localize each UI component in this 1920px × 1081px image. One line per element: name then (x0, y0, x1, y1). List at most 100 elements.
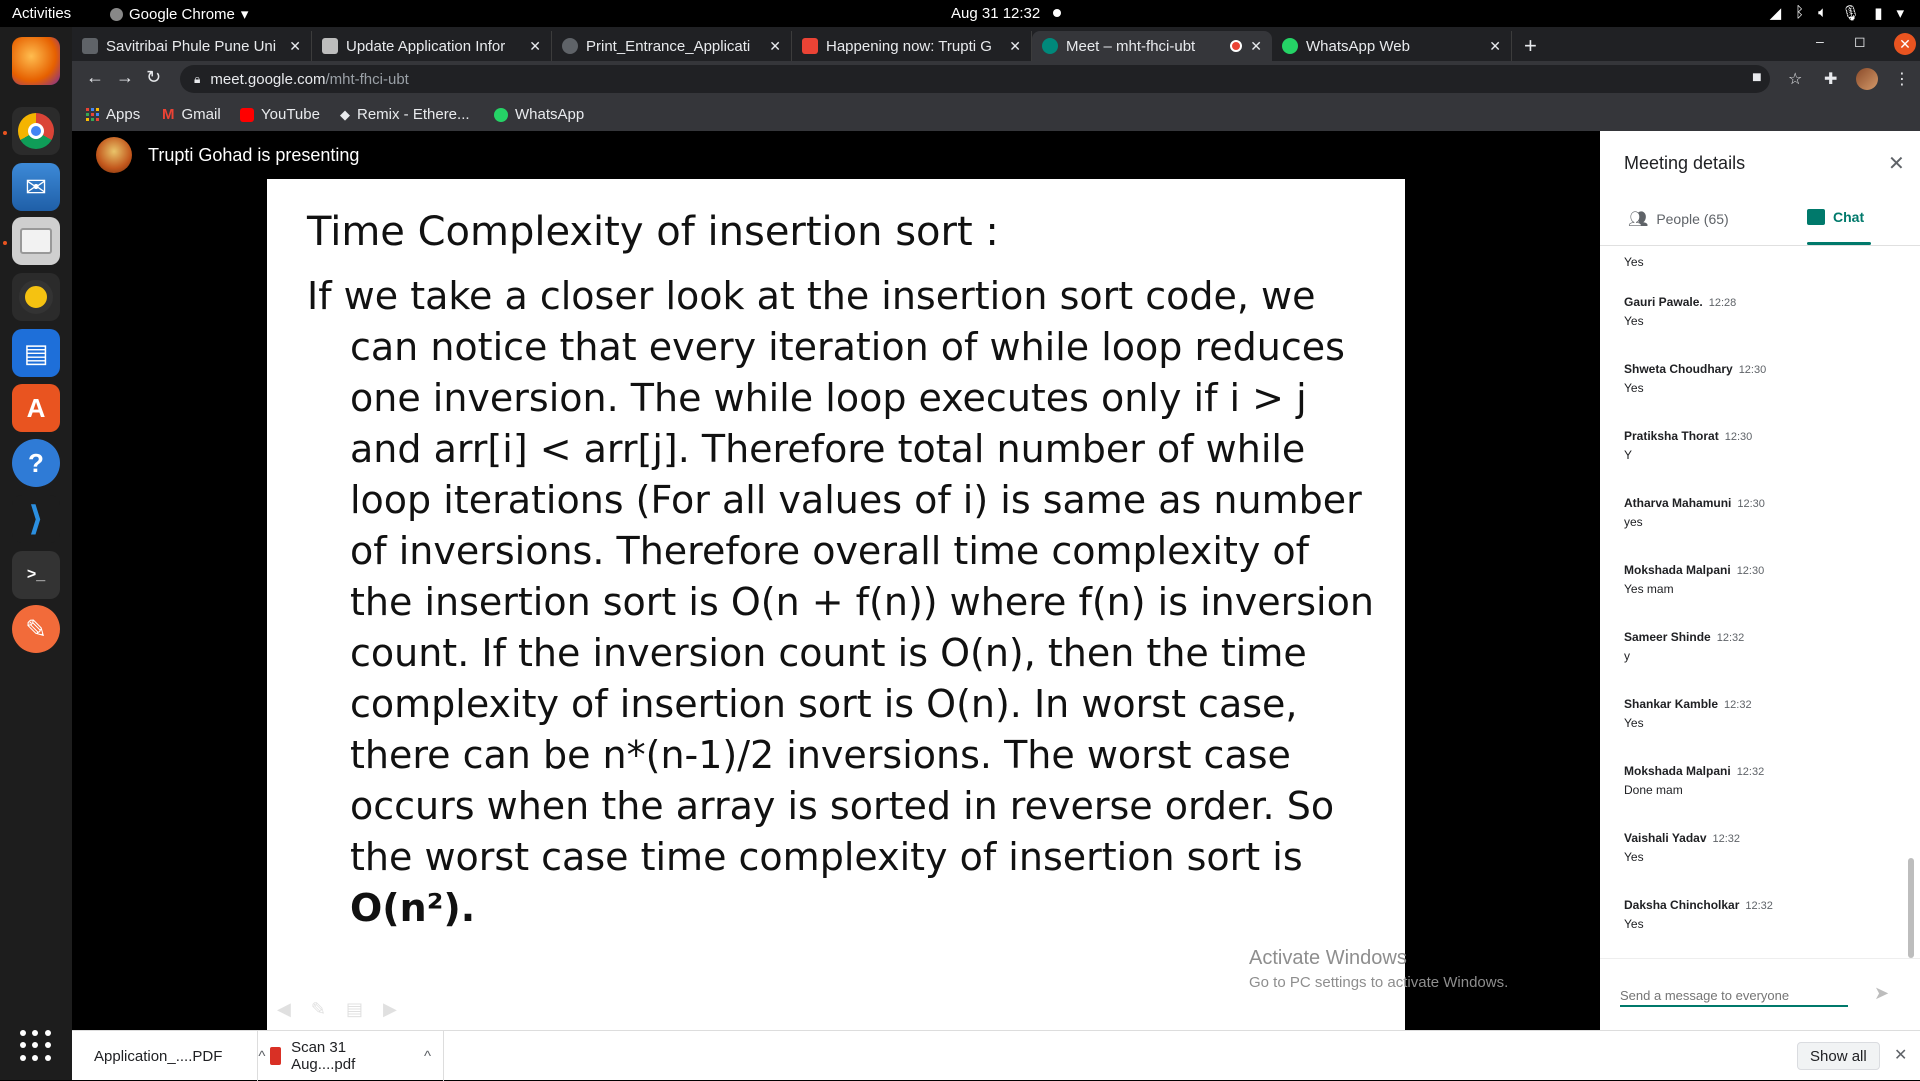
panel-title: Meeting details (1624, 153, 1746, 173)
message-sender: Pratiksha Thorat 12:30 (1624, 429, 1894, 443)
bookmark-label: Remix - Ethere... (357, 106, 470, 123)
chrome-dock-icon[interactable] (12, 107, 60, 155)
presentation-stage[interactable]: Time Complexity of insertion sort : If w… (72, 179, 1600, 1030)
close-icon[interactable]: ✕ (1894, 1045, 1907, 1065)
previous-slide-icon[interactable]: ◀ (277, 999, 291, 1020)
close-icon[interactable]: ✕ (1888, 151, 1905, 176)
window-close-button[interactable]: ✕ (1894, 33, 1916, 55)
forward-icon[interactable]: → (116, 67, 134, 88)
address-bar[interactable]: 🔒︎ meet.google.com/mht-fhci-ubt (180, 65, 1770, 93)
download-filename: Application_....PDF (94, 1047, 223, 1065)
slide-paragraph: can notice that every iteration of while… (307, 322, 1377, 934)
bookmark-whatsapp[interactable]: WhatsApp (494, 106, 584, 123)
rhythmbox-icon[interactable] (12, 273, 60, 321)
sender-name: Mokshada Malpani (1624, 563, 1731, 577)
minimize-button[interactable]: – (1816, 33, 1824, 49)
message-text: Yes (1624, 850, 1644, 864)
tab-strip: Savitribai Phule Pune Uni ✕ Update Appli… (72, 27, 1920, 61)
browser-toolbar: ← → ↻ 🔒︎ meet.google.com/mht-fhci-ubt ■ … (72, 61, 1920, 97)
back-icon[interactable]: ← (86, 67, 104, 88)
vscode-icon[interactable]: ⟩ (12, 495, 60, 543)
tab-gmail-happening-now[interactable]: Happening now: Trupti G ✕ (792, 31, 1032, 61)
bookmark-remix[interactable]: ◆ Remix - Ethere... (340, 106, 470, 123)
tab-sppu[interactable]: Savitribai Phule Pune Uni ✕ (72, 31, 312, 61)
camera-icon[interactable]: ■ (1752, 69, 1762, 87)
chat-composer: ➤ (1600, 958, 1920, 1030)
terminal-icon[interactable]: >_ (12, 551, 60, 599)
bookmark-youtube[interactable]: YouTube (240, 106, 320, 123)
close-icon[interactable]: ✕ (769, 38, 781, 55)
menu-icon[interactable]: ⋮ (1894, 69, 1910, 89)
slide-body-text: can notice that every iteration of while… (350, 325, 1374, 879)
tab-label: Meet – mht-fhci-ubt (1066, 37, 1196, 55)
bookmark-star-icon[interactable]: ☆ (1788, 69, 1802, 89)
message-time: 12:32 (1745, 900, 1773, 912)
slide-first-line: If we take a closer look at the insertio… (307, 274, 1316, 318)
sender-name: Pratiksha Thorat (1624, 429, 1719, 443)
url-path: /mht-fhci-ubt (325, 70, 409, 88)
bookmark-apps[interactable]: Apps (86, 106, 140, 123)
profile-avatar[interactable] (1856, 68, 1878, 90)
tab-people[interactable]: 👥︎ People (65) (1628, 209, 1729, 229)
new-tab-button[interactable]: + (1524, 33, 1537, 59)
activities-button[interactable]: Activities (12, 5, 71, 22)
close-icon[interactable]: ✕ (1489, 38, 1501, 55)
send-icon[interactable]: ➤ (1874, 983, 1889, 1004)
reload-icon[interactable]: ↻ (146, 67, 161, 88)
slides-menu-icon[interactable]: ▤ (346, 999, 363, 1020)
slide-body: If we take a closer look at the insertio… (307, 271, 1377, 934)
maximize-button[interactable]: ◻ (1854, 33, 1866, 50)
activation-watermark: Activate Windows Go to PC settings to ac… (1249, 947, 1508, 991)
extensions-icon[interactable]: ✚ (1824, 69, 1837, 89)
sender-name: Vaishali Yadav (1624, 831, 1707, 845)
tab-chat[interactable]: Chat (1807, 209, 1864, 225)
bookmark-label: YouTube (261, 106, 320, 123)
message-text: y (1624, 649, 1630, 663)
close-icon[interactable]: ✕ (1250, 38, 1262, 55)
message-text: Yes (1624, 255, 1644, 269)
whatsapp-favicon-icon (1282, 38, 1298, 54)
postman-icon[interactable]: ✎ (12, 605, 60, 653)
message-time: 12:32 (1716, 632, 1745, 644)
pen-icon[interactable]: ✎ (311, 999, 326, 1020)
page-favicon-icon (322, 38, 338, 54)
system-tray[interactable]: ◢ ᛒ 🔈︎ 🎙︎ ▮ ▾ (1770, 4, 1904, 22)
download-item[interactable]: Application_....PDF ^ (72, 1031, 265, 1081)
show-apps-icon[interactable] (20, 1030, 52, 1062)
sender-name: Gauri Pawale. (1624, 295, 1703, 309)
message-sender: Shankar Kamble 12:32 (1624, 697, 1894, 711)
chat-message-input[interactable] (1620, 985, 1848, 1007)
message-text: yes (1624, 515, 1643, 529)
clock[interactable]: Aug 31 12:32 (951, 5, 1040, 22)
message-time: 12:30 (1724, 431, 1753, 443)
writer-icon[interactable]: ▤ (12, 329, 60, 377)
chat-message: Sameer Shinde 12:32 y (1624, 630, 1894, 663)
thunderbird-icon[interactable]: ✉ (12, 163, 60, 211)
close-icon[interactable]: ✕ (529, 38, 541, 55)
bookmark-gmail[interactable]: M Gmail (162, 106, 221, 123)
files-icon[interactable] (12, 217, 60, 265)
close-icon[interactable]: ✕ (1009, 38, 1021, 55)
firefox-icon[interactable] (12, 37, 60, 85)
tab-print-entrance[interactable]: Print_Entrance_Applicati ✕ (552, 31, 792, 61)
help-icon[interactable]: ? (12, 439, 60, 487)
battery-icon: ▮ (1874, 5, 1883, 22)
app-menu[interactable]: Google Chrome ▾ (110, 5, 248, 23)
next-slide-icon[interactable]: ▶ (383, 999, 397, 1020)
loading-favicon-icon (562, 38, 578, 54)
tab-meet[interactable]: Meet – mht-fhci-ubt ✕ (1032, 31, 1272, 61)
software-icon[interactable]: A (12, 384, 60, 432)
chat-message: Atharva Mahamuni 12:30 yes (1624, 496, 1894, 529)
tab-update-application[interactable]: Update Application Infor ✕ (312, 31, 552, 61)
apps-grid-icon (86, 108, 99, 121)
youtube-icon (240, 107, 254, 122)
close-icon[interactable]: ✕ (289, 38, 301, 55)
chat-scrollbar[interactable] (1908, 858, 1914, 958)
tab-whatsapp[interactable]: WhatsApp Web ✕ (1272, 31, 1512, 61)
chat-message: Pratiksha Thorat 12:30 Y (1624, 429, 1894, 462)
download-item[interactable]: Scan 31 Aug....pdf ^ (258, 1031, 444, 1081)
chat-log[interactable]: Yes Gauri Pawale. 12:28 Yes Shweta Choudh… (1600, 246, 1920, 958)
chevron-down-icon: ▾ (240, 6, 249, 23)
chevron-up-icon[interactable]: ^ (424, 1048, 431, 1065)
show-all-button[interactable]: Show all (1797, 1042, 1880, 1070)
